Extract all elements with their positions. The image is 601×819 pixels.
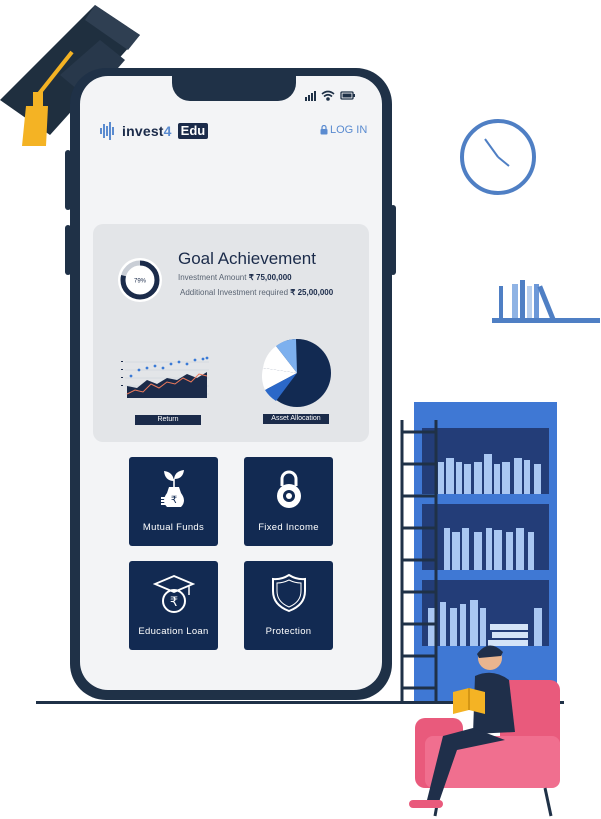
status-bar-icons — [305, 90, 355, 101]
goal-progress-ring: 79% — [118, 258, 162, 302]
additional-label: Additional Investment required — [180, 288, 289, 297]
brand-accent: 4 — [163, 123, 172, 139]
fixed-income-label: Fixed Income — [258, 522, 319, 533]
return-label: Return — [135, 415, 201, 425]
svg-text:₹: ₹ — [170, 495, 176, 506]
investment-label: Investment Amount — [178, 273, 247, 282]
lock-icon — [276, 470, 301, 508]
mutual-funds-label: Mutual Funds — [142, 522, 205, 533]
fixed-income-tile[interactable]: Fixed Income — [244, 457, 333, 546]
return-chart[interactable] — [119, 354, 211, 400]
goal-progress-label: 79% — [134, 279, 147, 285]
graduation-cap-rupee-icon: ₹ — [152, 575, 195, 613]
brand-name: invest4 — [122, 123, 172, 139]
wifi-icon — [321, 90, 335, 101]
additional-value: ₹ 25,00,000 — [290, 288, 334, 297]
reader-armchair-illustration — [409, 645, 560, 817]
protection-tile[interactable]: Protection — [244, 561, 333, 650]
education-loan-tile[interactable]: ₹ Education Loan — [129, 561, 218, 650]
protection-label: Protection — [265, 626, 312, 637]
brand-badge: Edu — [177, 123, 209, 139]
mutual-funds-tile[interactable]: ₹ Mutual Funds — [129, 457, 218, 546]
asset-allocation-label: Asset Allocation — [263, 414, 329, 424]
lock-icon — [320, 125, 328, 135]
asset-allocation-chart[interactable] — [262, 338, 332, 408]
clock-illustration — [460, 119, 536, 195]
investment-value: ₹ 75,00,000 — [248, 273, 292, 282]
plant-money-icon: ₹ — [160, 470, 184, 507]
education-loan-label: Education Loan — [138, 626, 209, 637]
goal-title: Goal Achievement — [178, 249, 316, 268]
shield-icon — [271, 573, 306, 613]
svg-text:₹: ₹ — [169, 595, 177, 610]
additional-investment: Additional Investment required ₹ 25,00,0… — [180, 288, 333, 297]
battery-icon — [340, 91, 355, 100]
investment-amount: Investment Amount ₹ 75,00,000 — [178, 273, 292, 282]
signal-icon — [305, 91, 316, 101]
sound-wave-logo-icon — [100, 122, 114, 140]
wall-shelf-illustration — [492, 280, 600, 323]
phone-notch — [172, 68, 296, 101]
login-link[interactable]: LOG IN — [320, 124, 367, 136]
login-label: LOG IN — [330, 124, 368, 136]
brand-logo[interactable]: invest4 Edu — [100, 121, 209, 141]
